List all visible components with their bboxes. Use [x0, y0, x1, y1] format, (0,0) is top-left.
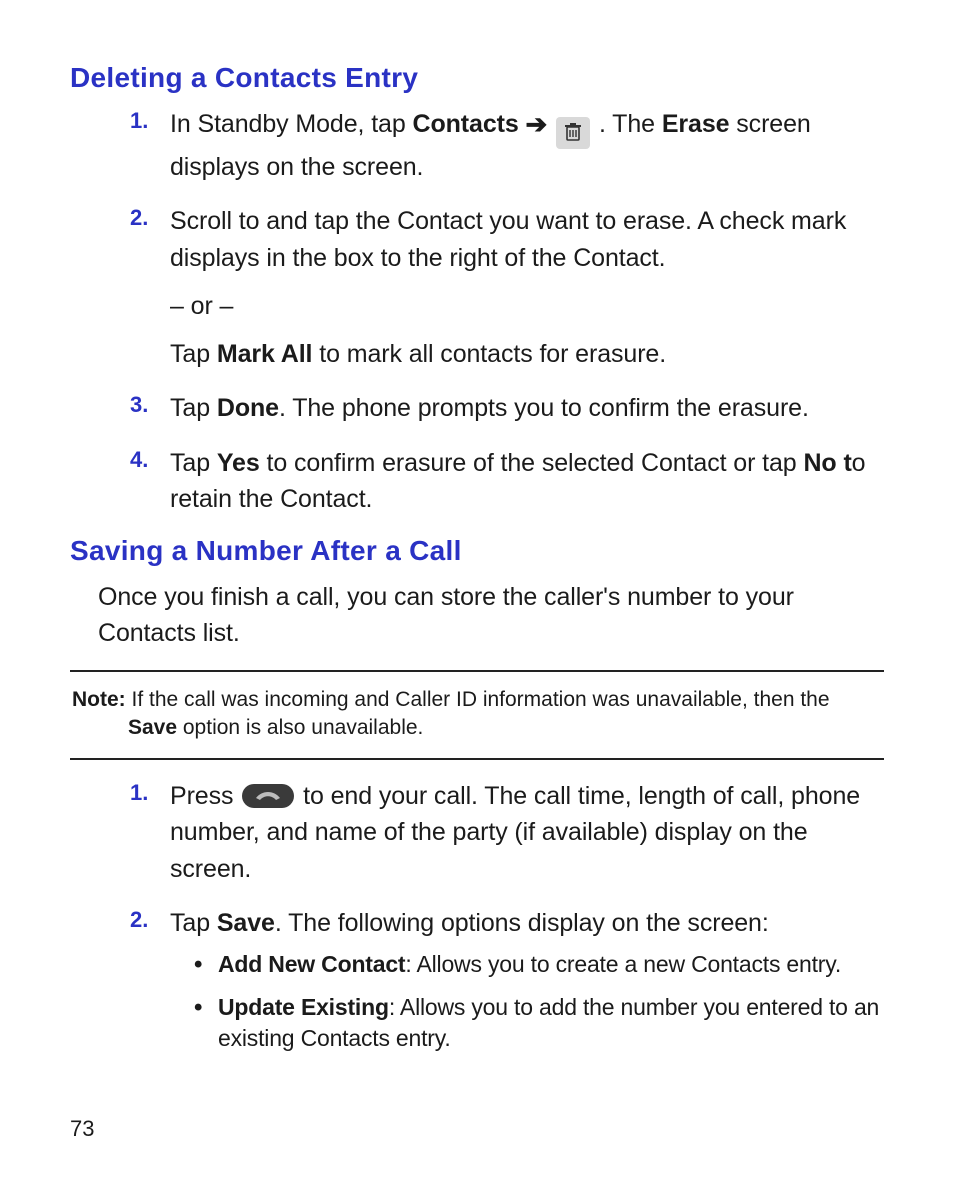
step-number: 2. — [130, 203, 170, 372]
list-item: 4. Tap Yes to confirm erasure of the sel… — [130, 445, 884, 518]
bullet-item: • Add New Contact: Allows you to create … — [194, 949, 884, 980]
bullet-marker: • — [194, 949, 218, 980]
text: Press — [170, 782, 240, 810]
bullet-text: Add New Contact: Allows you to create a … — [218, 949, 841, 980]
page-number: 73 — [70, 1116, 884, 1142]
step-text: Scroll to and tap the Contact you want t… — [170, 203, 884, 372]
text: option is also unavailable. — [177, 716, 423, 739]
note-box: Note: If the call was incoming and Calle… — [70, 678, 884, 753]
bullet-list: • Add New Contact: Allows you to create … — [170, 949, 884, 1054]
text: . The — [592, 110, 662, 138]
note-label: Note: — [72, 688, 126, 711]
manual-page: Deleting a Contacts Entry 1. In Standby … — [0, 0, 954, 1182]
step-number: 4. — [130, 445, 170, 518]
ordered-list-deleting: 1. In Standby Mode, tap Contacts ➔ . The… — [70, 106, 884, 517]
bold-text: Update Existing — [218, 994, 389, 1020]
text: Tap — [170, 449, 217, 477]
step-text: Tap Save. The following options display … — [170, 905, 884, 1067]
text: . The phone prompts you to confirm the e… — [279, 394, 809, 422]
step-number: 1. — [130, 778, 170, 887]
text: Tap — [170, 340, 217, 368]
text: In Standby Mode, tap — [170, 110, 413, 138]
divider — [70, 670, 884, 672]
heading-deleting-contacts: Deleting a Contacts Entry — [70, 62, 884, 94]
bullet-marker: • — [194, 992, 218, 1054]
bold-text: Save — [217, 909, 275, 937]
arrow-icon: ➔ — [526, 109, 548, 139]
text: Tap — [170, 394, 217, 422]
intro-text: Once you finish a call, you can store th… — [98, 579, 884, 652]
bold-text: Contacts — [413, 110, 519, 138]
heading-saving-number: Saving a Number After a Call — [70, 535, 884, 567]
text: to mark all contacts for erasure. — [312, 340, 666, 368]
step-text: In Standby Mode, tap Contacts ➔ . The Er… — [170, 106, 884, 185]
step-text: Tap Yes to confirm erasure of the select… — [170, 445, 884, 518]
bold-text: Add New Contact — [218, 951, 405, 977]
end-call-icon — [242, 784, 294, 808]
bold-text: Mark All — [217, 340, 313, 368]
ordered-list-saving: 1. Press to end your call. The call time… — [70, 778, 884, 1066]
text: Scroll to and tap the Contact you want t… — [170, 207, 846, 271]
text: . The following options display on the s… — [275, 909, 769, 937]
or-text: – or – — [170, 288, 884, 324]
step-number: 3. — [130, 390, 170, 426]
text: to confirm erasure of the selected Conta… — [260, 449, 804, 477]
list-item: 2. Tap Save. The following options displ… — [130, 905, 884, 1067]
text: Tap — [170, 909, 217, 937]
bullet-text: Update Existing: Allows you to add the n… — [218, 992, 884, 1054]
list-item: 2. Scroll to and tap the Contact you wan… — [130, 203, 884, 372]
list-item: 3. Tap Done. The phone prompts you to co… — [130, 390, 884, 426]
step-number: 1. — [130, 106, 170, 185]
text: Tap Mark All to mark all contacts for er… — [170, 336, 884, 372]
list-item: 1. Press to end your call. The call time… — [130, 778, 884, 887]
bullet-item: • Update Existing: Allows you to add the… — [194, 992, 884, 1054]
bold-text: Yes — [217, 449, 260, 477]
step-text: Press to end your call. The call time, l… — [170, 778, 884, 887]
divider — [70, 758, 884, 760]
text: : Allows you to create a new Contacts en… — [405, 951, 841, 977]
bold-text: Save — [128, 716, 177, 739]
list-item: 1. In Standby Mode, tap Contacts ➔ . The… — [130, 106, 884, 185]
bold-text: No t — [803, 449, 851, 477]
text: If the call was incoming and Caller ID i… — [126, 688, 830, 711]
note-text: Note: If the call was incoming and Calle… — [72, 686, 882, 743]
bold-text: Erase — [662, 110, 730, 138]
bold-text: Done — [217, 394, 279, 422]
step-text: Tap Done. The phone prompts you to confi… — [170, 390, 809, 426]
step-number: 2. — [130, 905, 170, 1067]
trash-icon — [556, 117, 590, 149]
